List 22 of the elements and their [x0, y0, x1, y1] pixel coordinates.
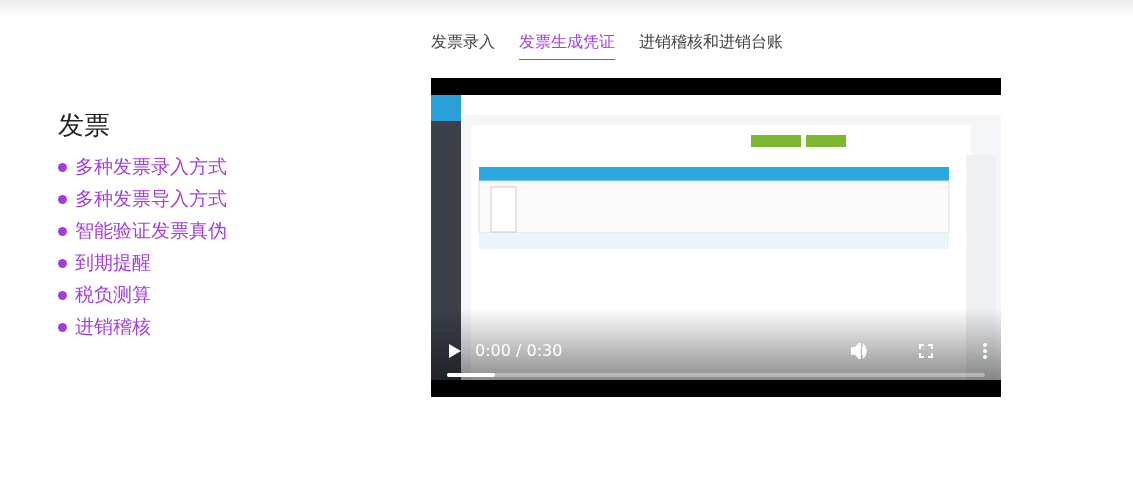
tab[interactable]: 发票生成凭证 [519, 30, 615, 60]
progress-track[interactable] [447, 373, 985, 377]
bullet-icon [58, 226, 67, 236]
feature-item: 多种发票导入方式 [75, 186, 227, 211]
bullet-icon [58, 290, 67, 300]
bullet-icon [58, 258, 67, 268]
section-title: 发票 [58, 109, 111, 142]
more-icon[interactable] [983, 342, 987, 359]
play-icon[interactable] [449, 343, 461, 358]
video-time: 0:00 / 0:30 [475, 341, 564, 360]
tab[interactable]: 发票录入 [431, 30, 495, 60]
feature-item: 进销稽核 [75, 314, 151, 339]
bullet-icon [58, 162, 67, 172]
feature-item: 到期提醒 [75, 250, 151, 275]
tab[interactable]: 进销稽核和进销台账 [639, 30, 783, 60]
feature-item: 智能验证发票真伪 [75, 218, 227, 243]
volume-icon[interactable] [851, 342, 869, 359]
fullscreen-icon[interactable] [919, 343, 933, 358]
bullet-icon [58, 194, 67, 204]
feature-item: 税负测算 [75, 282, 151, 307]
bullet-icon [58, 322, 67, 332]
feature-item: 多种发票录入方式 [75, 154, 227, 179]
